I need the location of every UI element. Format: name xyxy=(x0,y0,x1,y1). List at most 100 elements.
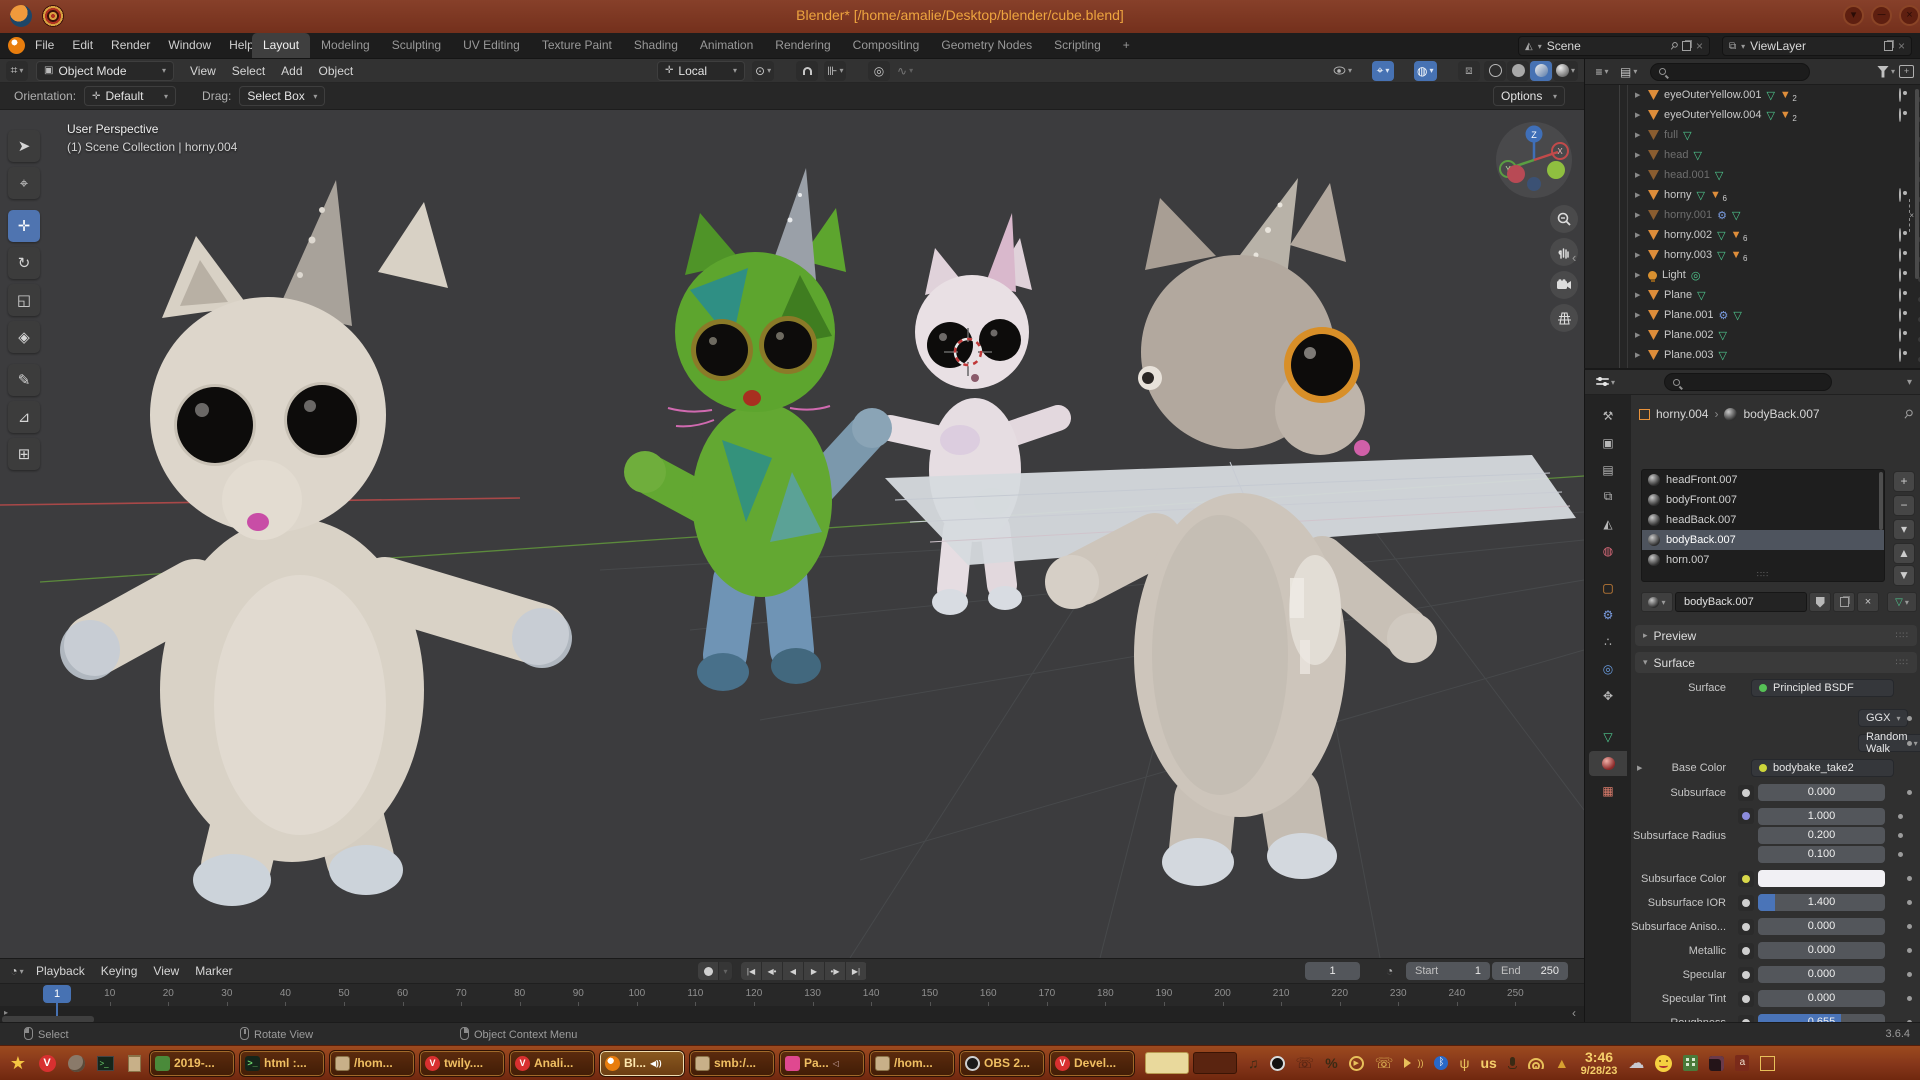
workspace-tab-scripting[interactable]: Scripting xyxy=(1043,33,1112,58)
preview-panel-header[interactable]: ▸Preview∷∷ xyxy=(1635,625,1917,646)
viewport-menu-select[interactable]: Select xyxy=(224,60,273,82)
mode-dropdown[interactable]: ▣ Object Mode▾ xyxy=(36,61,174,81)
editor-type-dropdown[interactable]: ⌗▾ xyxy=(6,61,28,81)
outliner-row[interactable]: ▶Plane.002▽ xyxy=(1585,325,1920,345)
new-scene-icon[interactable] xyxy=(1682,41,1691,51)
task-button-anali[interactable]: VAnali... xyxy=(509,1050,595,1077)
tool-transform[interactable]: ◈ xyxy=(8,321,40,353)
timeline-menu-keying[interactable]: Keying xyxy=(93,960,146,982)
frame-outline-icon[interactable] xyxy=(1760,1056,1775,1071)
viewport-menu-add[interactable]: Add xyxy=(273,60,310,82)
material-slot[interactable]: headBack.007 xyxy=(1642,510,1884,530)
shading-rendered-button[interactable]: ▾ xyxy=(1553,61,1578,81)
tool-rotate[interactable]: ↻ xyxy=(8,247,40,279)
workspace-tab-sculpting[interactable]: Sculpting xyxy=(381,33,452,58)
menu-render[interactable]: Render xyxy=(102,33,159,57)
shading-solid-button[interactable] xyxy=(1507,61,1529,81)
proportional-editing-toggle[interactable]: ◎ xyxy=(868,61,890,81)
menu-file[interactable]: File xyxy=(26,33,63,57)
slider-roughness[interactable]: 0.655 xyxy=(1758,1014,1885,1022)
link-mesh-dropdown[interactable]: ▽▾ xyxy=(1887,592,1917,612)
properties-editor-type-dropdown[interactable]: ▾ xyxy=(1593,372,1618,392)
keyframe-dot[interactable] xyxy=(1907,876,1912,881)
launcher-file-cabinet[interactable] xyxy=(123,1052,145,1074)
window-menu-button[interactable]: ▾ xyxy=(1843,5,1864,26)
timeline-collapse-arrow[interactable]: ‹ xyxy=(1572,1006,1576,1020)
outliner-row[interactable]: ▶Plane.003▽ xyxy=(1585,345,1920,365)
vector-slider[interactable]: 0.200 xyxy=(1758,827,1885,844)
eye-open-icon[interactable] xyxy=(1899,89,1901,101)
shading-wireframe-button[interactable] xyxy=(1484,61,1506,81)
slider-subsurface-aniso-[interactable]: 0.000 xyxy=(1758,918,1885,935)
workspace-tab-rendering[interactable]: Rendering xyxy=(764,33,841,58)
playhead-badge[interactable]: 1 xyxy=(43,985,71,1003)
workspace-pager-inactive[interactable] xyxy=(1193,1052,1237,1074)
remove-viewlayer-icon[interactable]: × xyxy=(1898,39,1905,53)
task-button-obs2[interactable]: OBS 2... xyxy=(959,1050,1045,1077)
properties-tab-output[interactable]: ▤ xyxy=(1589,457,1627,482)
keyframe-dot[interactable] xyxy=(1898,814,1903,819)
wifi-icon[interactable] xyxy=(1528,1058,1544,1069)
outliner-row[interactable]: ▶head▽ xyxy=(1585,145,1920,165)
options-dropdown[interactable]: Options▾ xyxy=(1493,86,1565,106)
outliner-row[interactable]: ▶full▽ xyxy=(1585,125,1920,145)
workspace-tab-texture-paint[interactable]: Texture Paint xyxy=(531,33,623,58)
task-button-hom[interactable]: /hom... xyxy=(329,1050,415,1077)
properties-search-input[interactable] xyxy=(1664,373,1832,391)
keying-set-chevron[interactable]: ▾ xyxy=(719,962,733,980)
properties-tab-material[interactable] xyxy=(1589,751,1627,776)
slot-move-up-button[interactable]: ▲ xyxy=(1893,543,1915,564)
snap-magnet-toggle[interactable] xyxy=(796,61,818,81)
properties-tab-view-layer[interactable]: ⧉ xyxy=(1589,484,1627,509)
snap-settings-dropdown[interactable]: ⊪▾ xyxy=(824,61,846,81)
keyframe-dot[interactable] xyxy=(1907,972,1912,977)
slot-list-grip[interactable]: ∷∷ xyxy=(1642,570,1884,579)
timeline-channel-area[interactable]: ▸ ‹ xyxy=(0,1006,1584,1023)
fake-user-shield-button[interactable] xyxy=(1809,592,1831,612)
key-next-button[interactable]: •▶ xyxy=(825,962,846,980)
timeline-editor-type-dropdown[interactable]: ◔▾ xyxy=(6,961,28,981)
new-viewlayer-icon[interactable] xyxy=(1884,41,1893,51)
sidebar-collapse-arrow[interactable]: ‹ xyxy=(1572,250,1576,265)
drag-mode-dropdown[interactable]: Select Box▾ xyxy=(239,86,325,106)
transform-orientation-dropdown[interactable]: ✛ Local▾ xyxy=(657,61,745,81)
use-preview-range-icon[interactable]: ◔ xyxy=(1386,964,1393,978)
launcher-terminal[interactable]: >_ xyxy=(94,1052,116,1074)
viewlayer-selector[interactable]: ⧉▾ ViewLayer × xyxy=(1722,36,1912,56)
task-button-smb[interactable]: smb:/... xyxy=(689,1050,775,1077)
screenshot-tool-icon[interactable] xyxy=(1709,1056,1724,1071)
workspace-tab-modeling[interactable]: Modeling xyxy=(310,33,381,58)
outliner-row[interactable]: ▶horny▽▼6 xyxy=(1585,185,1920,205)
camera-render-icon[interactable] xyxy=(1909,200,1914,231)
shading-material-button[interactable] xyxy=(1530,61,1552,81)
outliner-row[interactable]: ▶Plane▽ xyxy=(1585,285,1920,305)
play-button[interactable]: ▶ xyxy=(804,962,825,980)
keyframe-dot[interactable] xyxy=(1907,996,1912,1001)
tool-cursor[interactable]: ⌖ xyxy=(8,167,40,199)
workspace-tab-geometry-nodes[interactable]: Geometry Nodes xyxy=(930,33,1043,58)
eye-open-icon[interactable] xyxy=(1899,269,1901,281)
properties-tab-texture[interactable]: ▦ xyxy=(1589,778,1627,803)
outliner-scrollbar[interactable] xyxy=(1915,89,1919,279)
outliner-editor-type-dropdown[interactable]: ≡▾ xyxy=(1591,62,1613,82)
animate-toggle[interactable] xyxy=(1738,991,1754,1007)
task-button-twily[interactable]: Vtwily.... xyxy=(419,1050,505,1077)
dropdown-field[interactable]: GGX▾ xyxy=(1858,709,1908,727)
pin-id-icon[interactable]: ⚲ xyxy=(1901,406,1917,422)
properties-tab-scene[interactable]: ◭ xyxy=(1589,511,1627,536)
properties-tab-data[interactable]: ▽ xyxy=(1589,724,1627,749)
menu-edit[interactable]: Edit xyxy=(63,33,102,57)
slider-specular[interactable]: 0.000 xyxy=(1758,966,1885,983)
eye-open-icon[interactable] xyxy=(1899,289,1901,301)
microphone-icon[interactable] xyxy=(1508,1057,1517,1069)
animate-toggle[interactable] xyxy=(1738,895,1754,911)
scene-selector[interactable]: ◭▾ Scene ⚲ × xyxy=(1518,36,1710,56)
properties-tab-world[interactable]: ◍ xyxy=(1589,538,1627,563)
animate-toggle[interactable] xyxy=(1738,871,1754,887)
keyframe-dot[interactable] xyxy=(1907,924,1912,929)
eye-open-icon[interactable] xyxy=(1899,249,1901,261)
obs-icon[interactable] xyxy=(1270,1056,1285,1071)
material-name-field[interactable]: bodyBack.007 xyxy=(1675,592,1807,612)
orientation-default-dropdown[interactable]: ✛Default▾ xyxy=(84,86,176,106)
properties-tab-physics[interactable]: ◎ xyxy=(1589,656,1627,681)
